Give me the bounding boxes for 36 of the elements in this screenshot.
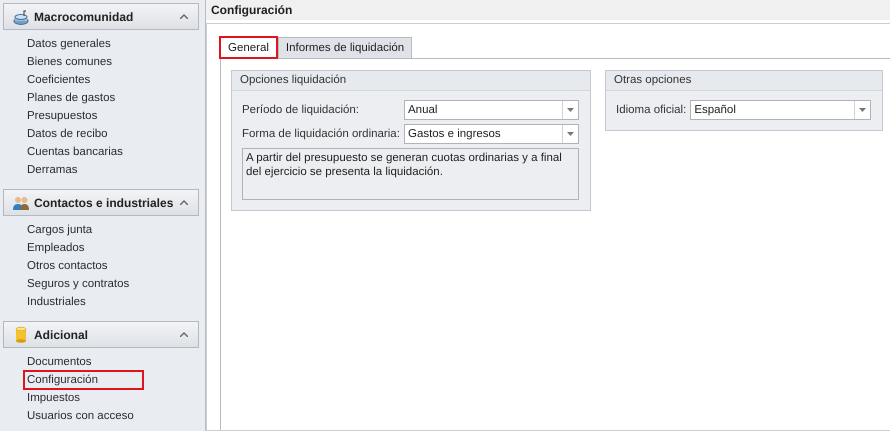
description-text-area[interactable]: A partir del presupuesto se generan cuotas ordinarias y a final del ejercicio se presenta la liquidación. (242, 148, 579, 200)
sidebar-item[interactable]: Coeficientes (24, 71, 94, 89)
field-label: Período de liquidación: (242, 104, 360, 116)
chevron-up-icon (180, 332, 188, 337)
chevron-up-icon (180, 14, 188, 19)
sidebar-item[interactable]: Datos generales (24, 35, 114, 53)
sidebar-item[interactable]: Otros contactos (24, 257, 111, 275)
field-label: Idioma oficial: (616, 104, 686, 116)
sidebar-item[interactable]: Documentos (24, 353, 95, 371)
sidebar-item[interactable]: Empleados (24, 239, 88, 257)
group-header[interactable]: Adicional (3, 321, 199, 348)
panel-title: Otras opciones (614, 74, 692, 86)
panel-title: Opciones liquidación (240, 74, 346, 86)
sidebar-item[interactable]: Bienes comunes (24, 53, 116, 71)
sidebar-item[interactable]: Cargos junta (24, 221, 96, 239)
pool-icon (12, 8, 30, 26)
sidebar-item[interactable]: Impuestos (24, 389, 84, 407)
tab[interactable]: Informes de liquidación (278, 37, 412, 58)
sidebar-item[interactable]: Datos de recibo (24, 125, 111, 143)
sidebar-item[interactable]: Planes de gastos (24, 89, 118, 107)
sidebar-item[interactable]: Seguros y contratos (24, 275, 132, 293)
sidebar-item[interactable]: Usuarios con acceso (24, 407, 137, 425)
sidebar-item[interactable]: Cuentas bancarias (24, 143, 126, 161)
sidebar-item[interactable]: Presupuestos (24, 107, 100, 125)
group-header[interactable]: Contactos e industriales (3, 189, 199, 216)
tab[interactable]: General (220, 37, 277, 58)
dropdown[interactable]: Español (690, 100, 871, 120)
sidebar-item[interactable]: Industriales (24, 293, 89, 311)
dropdown[interactable]: Anual (404, 100, 579, 120)
page-title: Configuración (211, 3, 292, 17)
chevron-up-icon (180, 200, 188, 205)
sidebar-item[interactable]: Configuración (24, 371, 143, 389)
dropdown[interactable]: Gastos e ingresos (404, 124, 579, 144)
group-header[interactable]: Macrocomunidad (3, 3, 199, 30)
field-label: Forma de liquidación ordinaria: (242, 128, 401, 140)
sidebar-item[interactable]: Derramas (24, 161, 80, 179)
